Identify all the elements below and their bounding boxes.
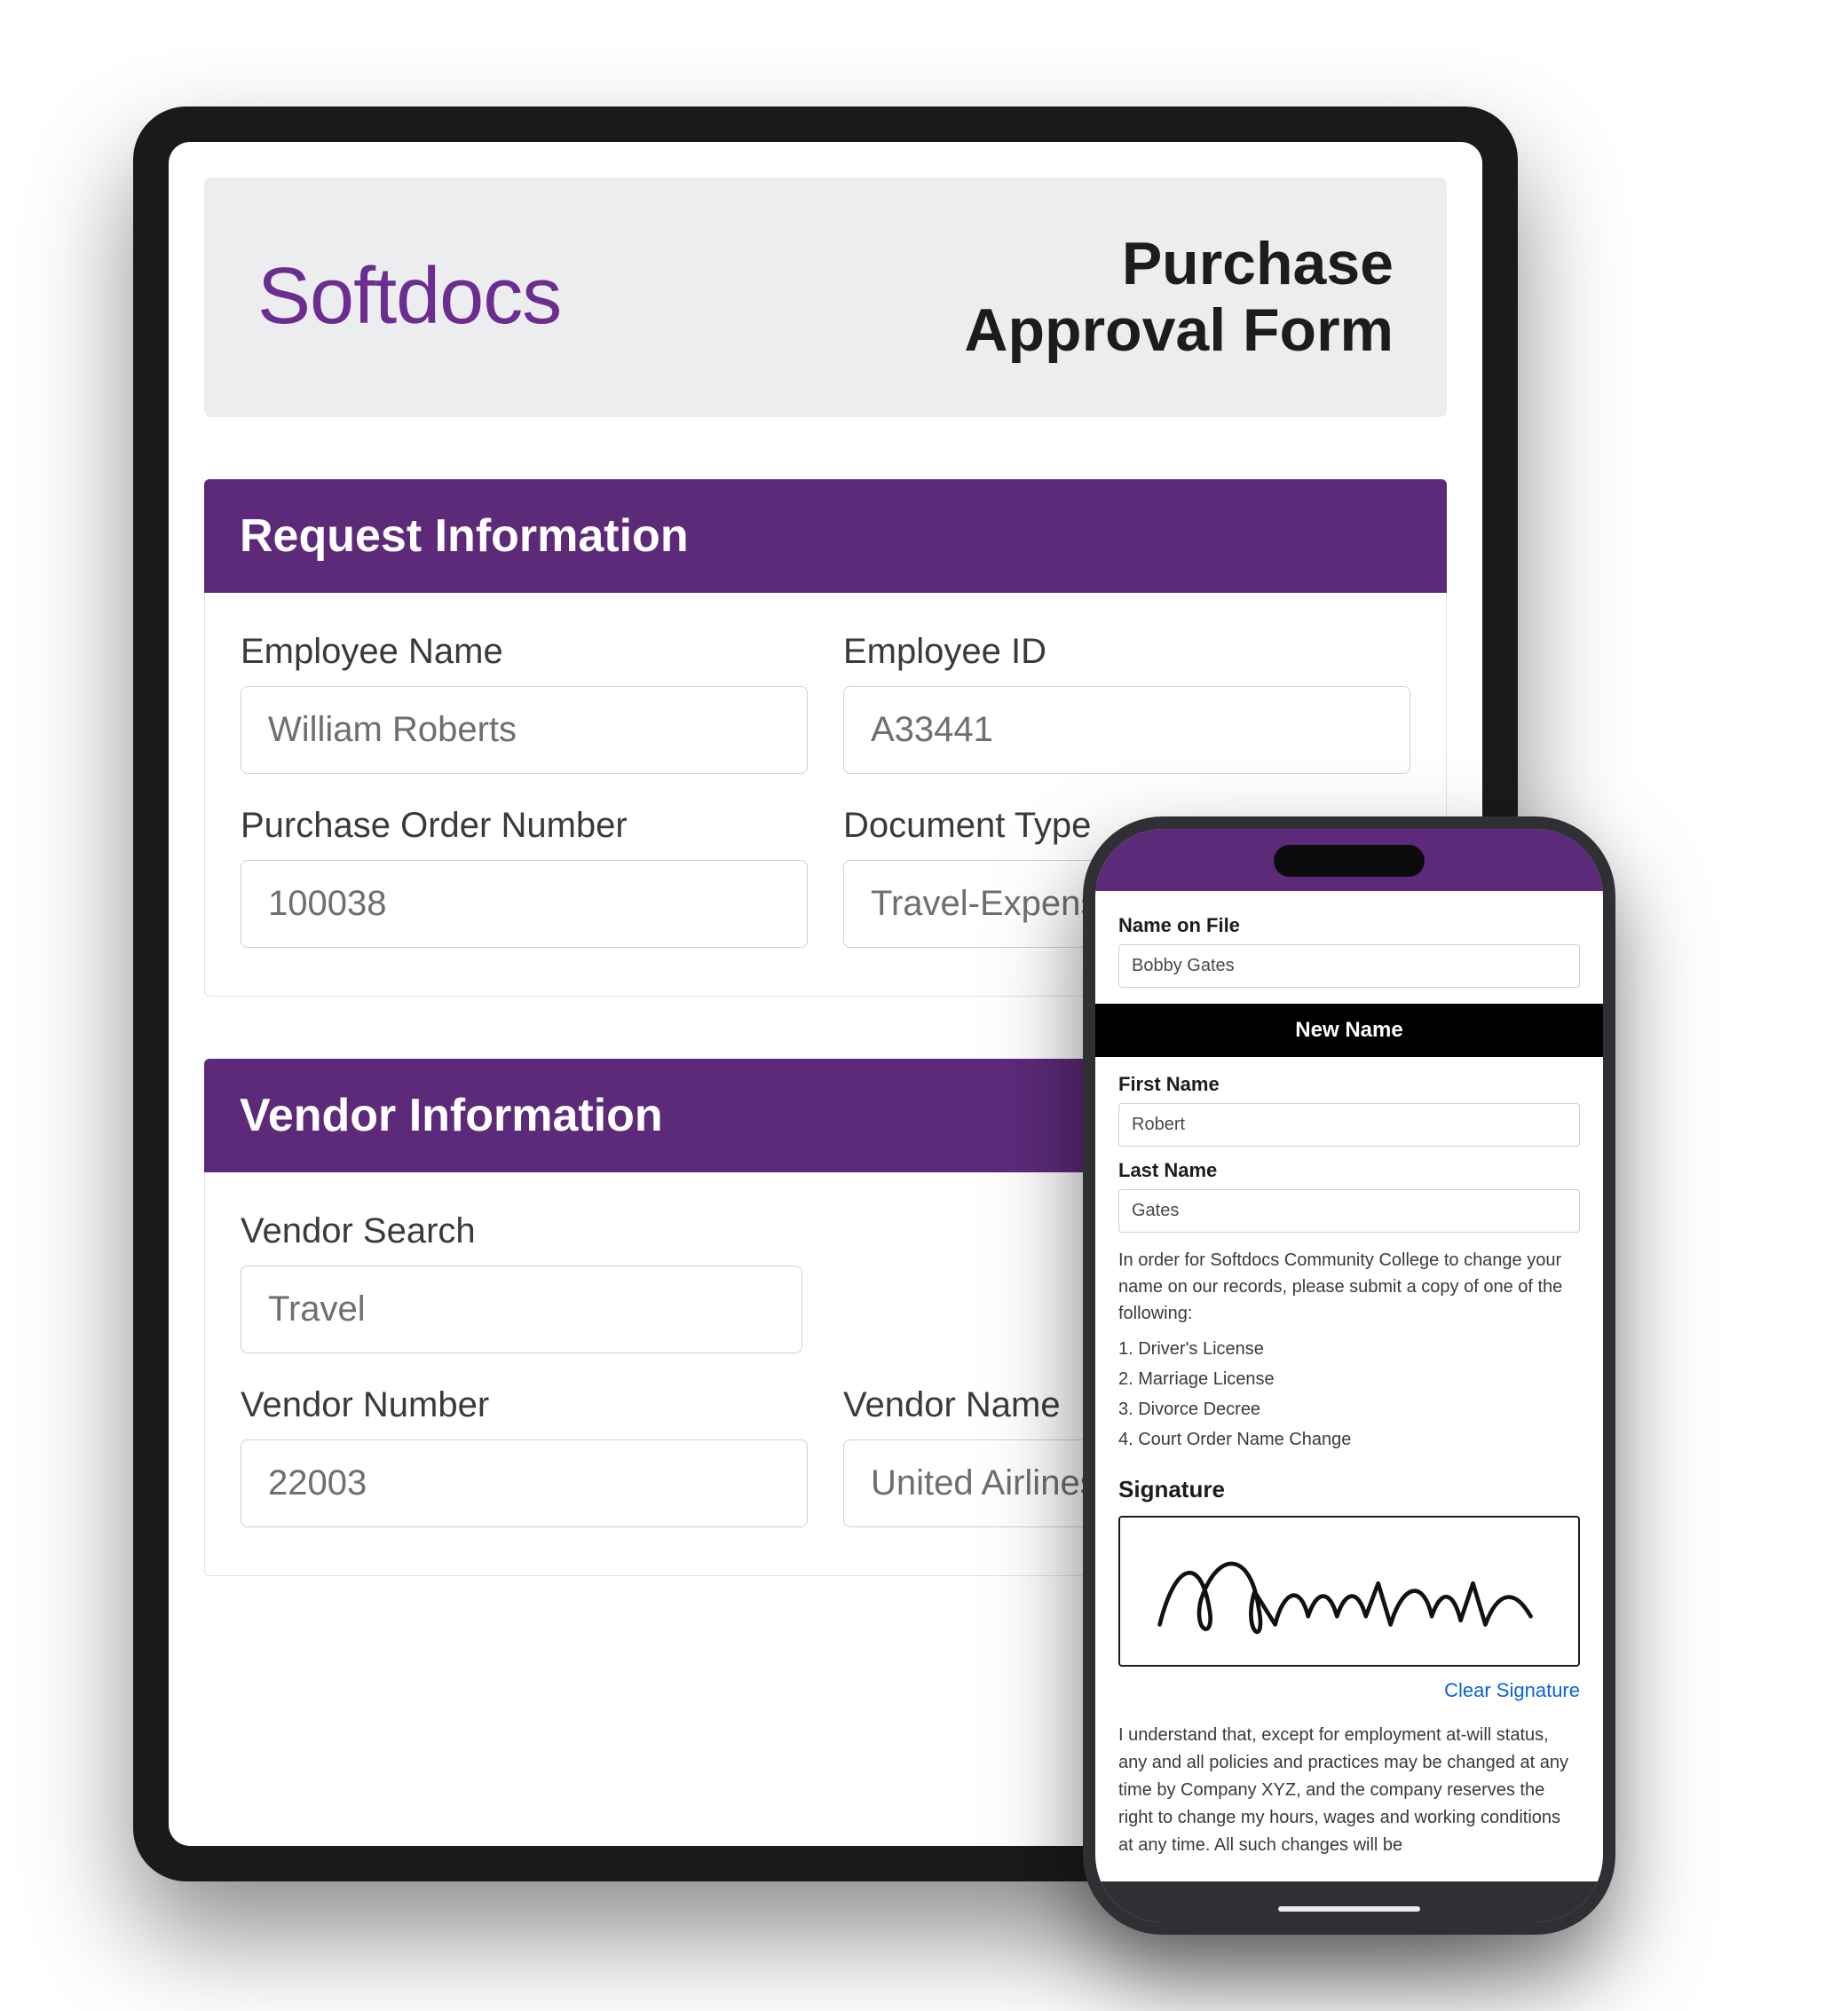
phone-device: Name on File New Name First Name Last Na… [1083,816,1615,1935]
section-heading-request: Request Information [204,479,1447,593]
label-vendor-number: Vendor Number [241,1385,808,1425]
input-employee-id[interactable] [843,686,1410,774]
instruction-text: In order for Softdocs Community College … [1118,1247,1580,1327]
input-vendor-search[interactable] [241,1266,802,1353]
signature-icon [1143,1533,1555,1651]
field-vendor-number: Vendor Number [241,1385,808,1527]
input-name-on-file[interactable] [1118,944,1580,988]
home-indicator [1278,1906,1420,1912]
banner-new-name: New Name [1095,1004,1603,1057]
form-title-line2: Approval Form [964,296,1394,364]
input-last-name[interactable] [1118,1189,1580,1233]
form-title-line1: Purchase [1122,230,1394,297]
label-first-name: First Name [1118,1073,1580,1096]
doc-item-4: 4. Court Order Name Change [1118,1424,1580,1455]
field-employee-id: Employee ID [843,632,1410,774]
phone-screen: Name on File New Name First Name Last Na… [1095,829,1603,1922]
phone-content: Name on File New Name First Name Last Na… [1095,891,1603,1859]
label-employee-name: Employee Name [241,632,808,672]
phone-notch [1274,845,1425,877]
field-employee-name: Employee Name [241,632,808,774]
phone-bottombar [1095,1881,1603,1922]
doc-item-3: 3. Divorce Decree [1118,1394,1580,1424]
label-employee-id: Employee ID [843,632,1410,672]
input-employee-name[interactable] [241,686,808,774]
required-documents-list: 1. Driver's License 2. Marriage License … [1118,1334,1580,1455]
input-first-name[interactable] [1118,1103,1580,1147]
label-po-number: Purchase Order Number [241,806,808,846]
brand-logo: Softdocs [257,251,561,343]
doc-item-1: 1. Driver's License [1118,1334,1580,1364]
doc-item-2: 2. Marriage License [1118,1364,1580,1394]
label-signature: Signature [1118,1476,1580,1503]
clear-signature-link[interactable]: Clear Signature [1118,1679,1580,1702]
signature-pad[interactable] [1118,1516,1580,1667]
input-vendor-number[interactable] [241,1439,808,1527]
form-title: Purchase Approval Form [964,231,1394,364]
label-last-name: Last Name [1118,1159,1580,1182]
disclaimer-text: I understand that, except for employment… [1118,1722,1580,1859]
form-header: Softdocs Purchase Approval Form [204,177,1447,417]
label-name-on-file: Name on File [1118,914,1580,937]
field-po-number: Purchase Order Number [241,806,808,948]
input-po-number[interactable] [241,860,808,948]
